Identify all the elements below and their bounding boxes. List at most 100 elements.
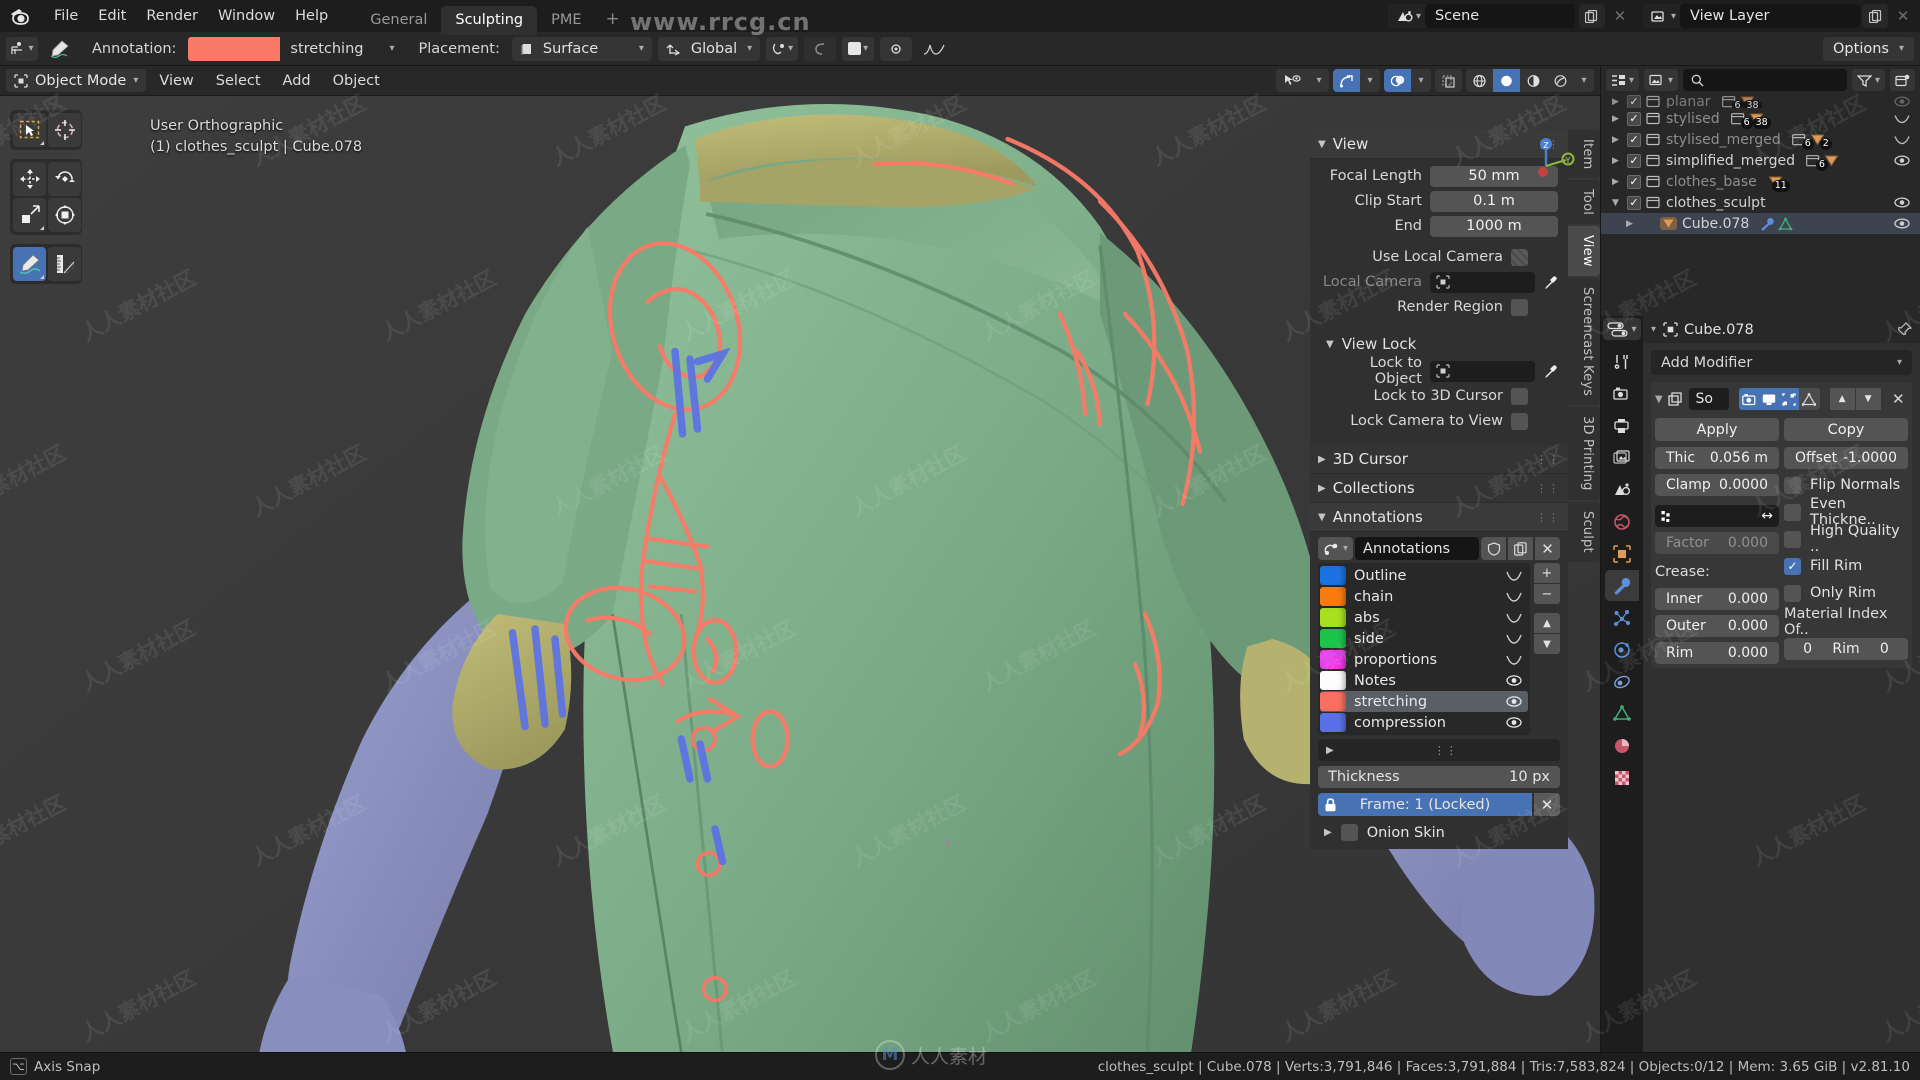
object-data-tab-icon[interactable] [1605,698,1639,729]
curve-icon[interactable] [1506,653,1522,666]
on-cage-toggle-icon[interactable] [1799,388,1820,410]
world-tab-icon[interactable] [1605,506,1639,537]
constraints-tab-icon[interactable] [1605,666,1639,697]
outliner-exclude-checkbox[interactable]: ✓ [1627,195,1641,210]
lock-camera-to-view-checkbox[interactable] [1511,412,1528,430]
annotations-section-header[interactable]: ▼ Annotations ⋮⋮ [1310,503,1568,532]
annotation-extra-icon[interactable] [880,36,913,61]
pin-icon[interactable] [1897,322,1912,337]
visibility-eye-icon[interactable] [1894,196,1910,209]
delete-modifier-button[interactable]: ✕ [1889,388,1908,410]
chevron-down-icon[interactable]: ▾ [1411,69,1431,92]
collections-section-header[interactable]: ▶ Collections ⋮⋮ [1310,474,1568,503]
menu-render[interactable]: Render [136,5,208,27]
scene-icon[interactable]: ▾ [1388,9,1425,24]
outliner-expand-arrow[interactable]: ▶ [1609,177,1622,187]
overlays-icon[interactable] [1384,69,1411,92]
navigation-gizmo[interactable]: Z Y [1510,130,1582,202]
properties-editor[interactable]: ▾ ▾ Cube.078 Add Modifier ▾ ▼ So ▲ ▼ ✕ A… [1600,316,1920,1052]
annotate-brush-icon[interactable] [44,37,76,61]
new-viewlayer-button[interactable] [1862,4,1888,28]
3d-cursor-section-header[interactable]: ▶ 3D Cursor ⋮⋮ [1310,445,1568,474]
cursor-tool[interactable] [48,113,81,147]
gizmo-icon[interactable] [1333,69,1360,92]
particles-tab-icon[interactable] [1605,602,1639,633]
eyedropper-icon[interactable] [1543,364,1558,379]
apply-modifier-button[interactable]: Apply [1655,418,1779,441]
tab-pme[interactable]: PME [537,6,595,35]
annotation-layer-item[interactable]: Outline [1320,565,1528,586]
only-rim-row[interactable]: Only Rim [1784,582,1908,604]
rendered-shading-icon[interactable] [1547,69,1574,92]
sidebar-tab-sculpt[interactable]: Sculpt [1568,501,1600,562]
outliner-expand-arrow[interactable]: ▶ [1609,97,1622,107]
falloff-select[interactable]: ▾ [842,36,875,61]
crease-outer-field[interactable]: Outer 0.000 [1655,615,1779,637]
clamp-field[interactable]: Clamp 0.0000 [1655,474,1779,496]
annotation-layer-color[interactable] [1320,608,1346,627]
outliner-tree[interactable]: ▶ ✓ planar 6 38 ▶ ✓ stylised 6 38 ▶ ✓ stylised_merge… [1601,94,1920,316]
annotation-layer-color[interactable] [1320,692,1346,711]
duplicate-datablock-icon[interactable] [1508,537,1533,560]
chevron-down-icon[interactable]: ▾ [1651,324,1656,335]
realtime-toggle-icon[interactable] [1758,388,1780,410]
annotation-layer-color[interactable] [1320,566,1346,585]
offset-field[interactable]: Offset -1.0000 [1784,447,1908,469]
orientation-select[interactable]: Global ▾ [657,36,761,61]
viewport-canvas[interactable]: User Orthographic (1) clothes_sculpt | C… [0,96,1600,1052]
annotate-tool[interactable] [13,247,46,281]
visibility-eye-icon[interactable] [1894,133,1910,146]
3d-viewport[interactable]: Object Mode ▾ View Select Add Object ▾ ▾… [0,66,1600,1052]
annotation-layer-item[interactable]: chain [1320,586,1528,607]
add-layer-button[interactable]: + [1534,563,1560,583]
flip-normals-row[interactable]: Flip Normals [1784,474,1908,496]
annotation-list-resize[interactable]: ▶ ⋮⋮ [1318,739,1560,761]
outliner-row[interactable]: ▶ ✓ stylised_merged 6 2 [1601,129,1920,150]
solid-shading-icon[interactable] [1493,69,1520,92]
viewlayer-name-field[interactable]: View Layer [1680,4,1860,28]
outliner-row[interactable]: ▶ ✓ planar 6 38 [1601,95,1920,108]
drag-dots-icon[interactable]: ⋮⋮ [1536,511,1560,524]
render-tab-icon[interactable] [1605,378,1639,409]
annotation-color-swatch[interactable] [188,36,281,61]
outliner-row[interactable]: ▶ ✓ stylised 6 38 [1601,108,1920,129]
annotation-layer-dropdown[interactable]: stretching ▾ [280,36,403,61]
render-region-checkbox[interactable] [1511,298,1528,316]
transform-tool[interactable] [48,198,81,232]
annotation-frame-button[interactable]: Frame: 1 (Locked) [1318,793,1532,816]
crease-rim-field[interactable]: Rim 0.000 [1655,642,1779,664]
high-quality-row[interactable]: High Quality .. [1784,523,1908,555]
render-toggle-icon[interactable] [1738,388,1759,410]
xray-group[interactable] [1435,69,1462,92]
move-modifier-down-button[interactable]: ▼ [1855,388,1881,410]
curve-icon[interactable] [1506,611,1522,624]
edit-mode-toggle-icon[interactable] [1779,388,1800,410]
visibility-selectability-group[interactable]: ▾ [1276,69,1329,92]
outliner-exclude-checkbox[interactable]: ✓ [1627,174,1641,189]
viewport-menu-add[interactable]: Add [274,70,320,92]
thickness-field[interactable]: Thic 0.056 m [1655,447,1779,469]
material-preview-shading-icon[interactable] [1520,69,1547,92]
eye-icon[interactable] [1506,674,1522,687]
outliner-expand-arrow[interactable]: ▶ [1609,135,1622,145]
chevron-down-icon[interactable]: ▾ [1360,69,1380,92]
tab-sculpting[interactable]: Sculpting [441,5,538,35]
drag-dots-icon[interactable]: ⋮⋮ [1536,453,1560,466]
even-thickness-row[interactable]: Even Thickne.. [1784,496,1908,528]
annotation-browse-button[interactable]: ▾ [1318,537,1354,560]
menu-window[interactable]: Window [208,5,285,27]
material-tab-icon[interactable] [1605,730,1639,761]
crease-inner-field[interactable]: Inner 0.000 [1655,588,1779,610]
sidebar-tab-3d-printing[interactable]: 3D Printing [1568,407,1600,500]
tool-tab-icon[interactable] [1605,346,1639,377]
outliner-expand-arrow[interactable]: ▶ [1609,114,1622,124]
even-thickness-checkbox[interactable] [1784,503,1801,521]
invert-vertex-group-icon[interactable]: ↔ [1761,508,1773,524]
move-layer-up-button[interactable]: ▲ [1534,613,1560,633]
sidebar-tab-view[interactable]: View [1568,226,1600,277]
chevron-down-icon[interactable]: ▾ [1309,69,1329,92]
visibility-eye-icon[interactable] [1894,95,1910,108]
output-tab-icon[interactable] [1605,410,1639,441]
filter-icon[interactable]: ▾ [1851,69,1885,91]
fill-rim-checkbox[interactable]: ✓ [1784,557,1801,575]
